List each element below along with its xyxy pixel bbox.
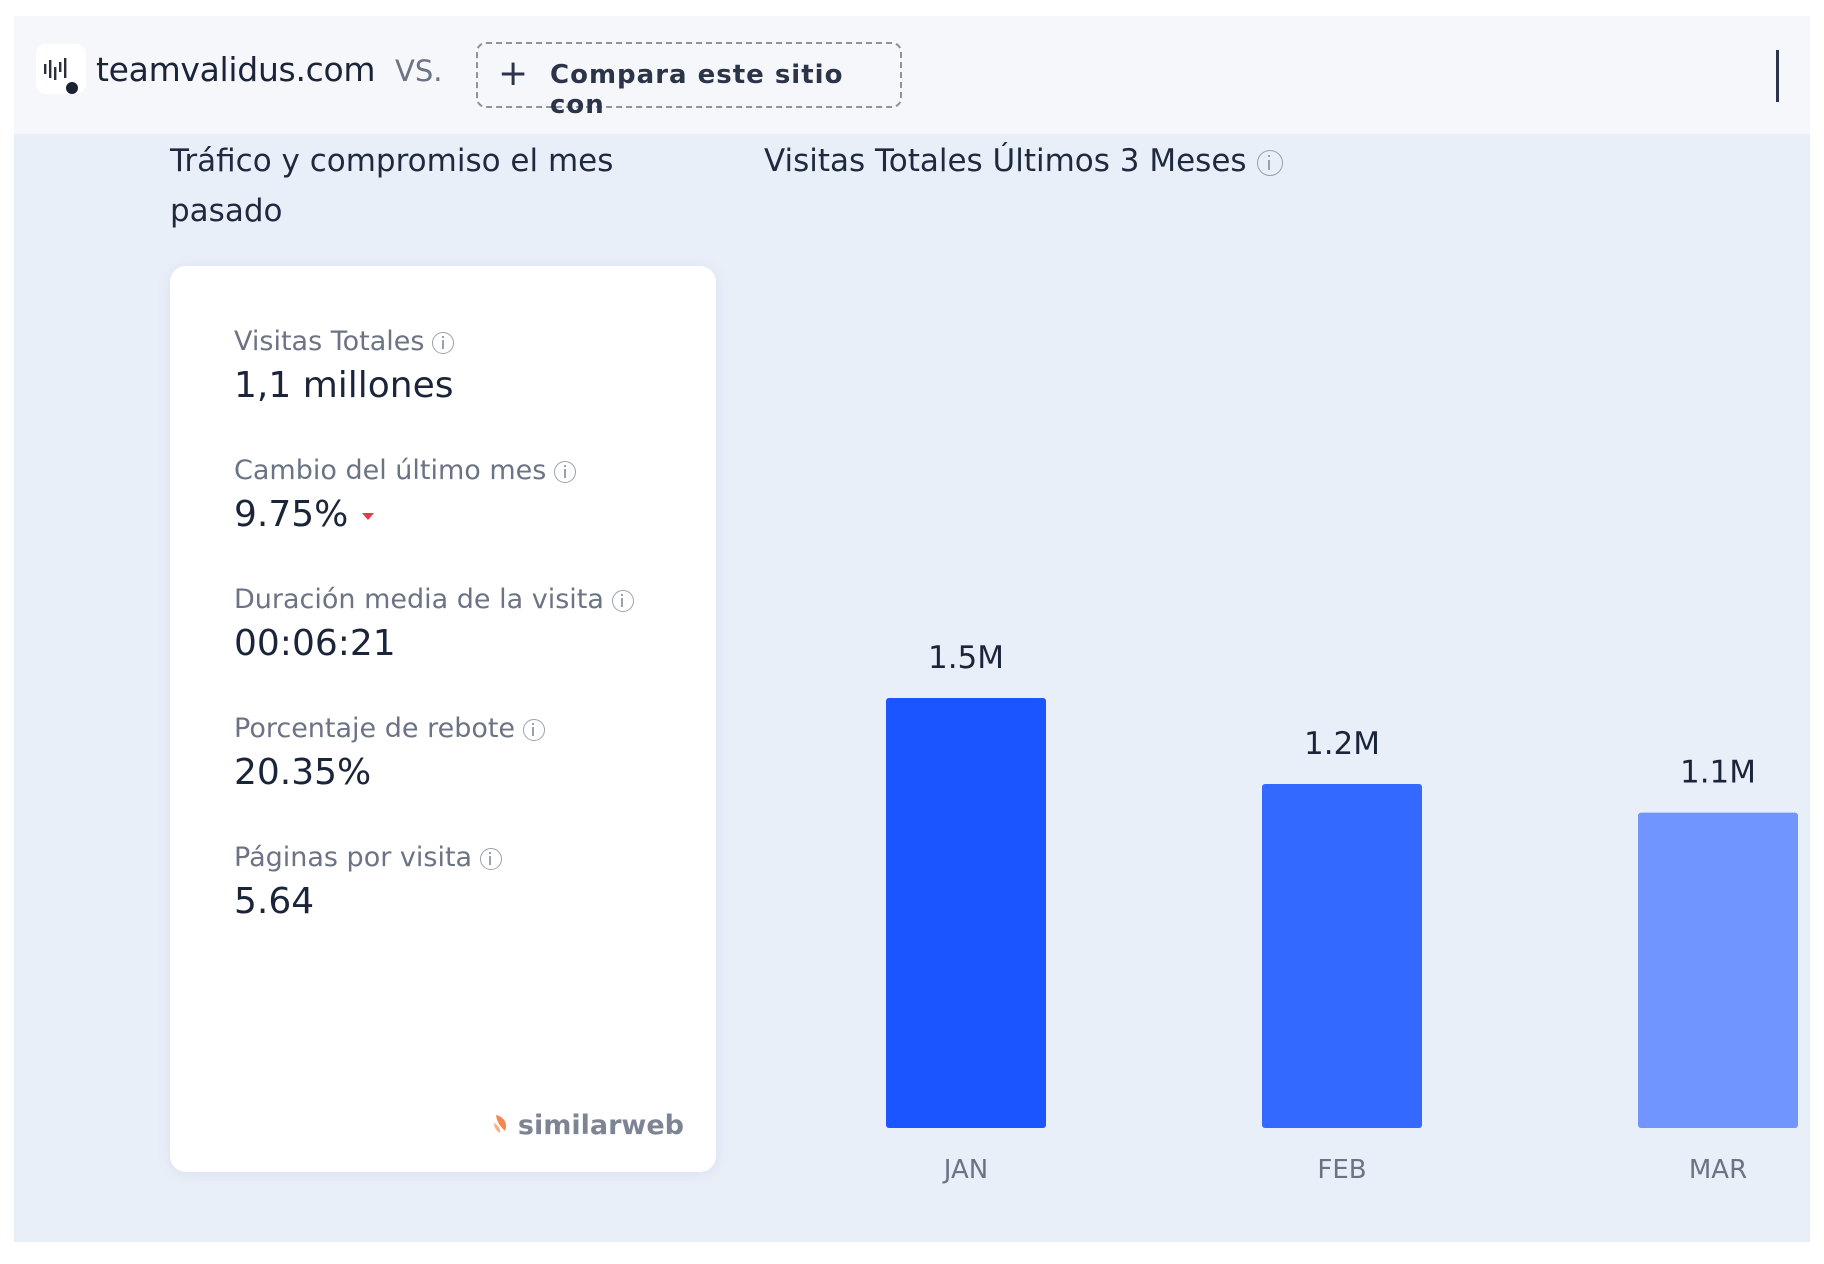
- visits-bar-chart: 1.5M JAN 1.2M FEB 1.1M MAR: [774, 266, 1810, 1206]
- metric-bounce-rate: Porcentaje de rebote 20.35%: [234, 711, 546, 797]
- info-icon[interactable]: [554, 460, 577, 483]
- metric-label: Páginas por visita: [234, 842, 473, 873]
- info-icon[interactable]: [1256, 149, 1283, 176]
- info-icon[interactable]: [432, 331, 455, 354]
- metric-label: Porcentaje de rebote: [234, 713, 516, 744]
- comparison-header: teamvalidus.com VS. + Compara este sitio…: [14, 16, 1810, 134]
- trend-down-icon: [362, 512, 375, 520]
- bar-jan[interactable]: [886, 698, 1046, 1128]
- similarweb-logo-icon: [492, 1111, 514, 1142]
- info-icon[interactable]: [523, 718, 546, 741]
- brand-footer: similarweb: [492, 1110, 684, 1142]
- metric-value-row: 9.75%: [234, 491, 576, 539]
- compare-site-button[interactable]: + Compara este sitio con: [476, 42, 902, 120]
- x-tick-label: MAR: [1689, 1155, 1747, 1185]
- metric-label: Cambio del último mes: [234, 455, 547, 486]
- metric-label-row: Cambio del último mes: [234, 453, 577, 489]
- metric-value: 5.64: [234, 881, 315, 922]
- metric-total-visits: Visitas Totales 1,1 millones: [234, 324, 455, 410]
- bar-chart-svg: 1.5M JAN 1.2M FEB 1.1M MAR: [886, 640, 1798, 1185]
- waveform-logo-icon: [36, 44, 86, 94]
- metric-label: Duración media de la visita: [234, 584, 604, 615]
- metric-label-row: Visitas Totales: [234, 324, 455, 360]
- bar-mar[interactable]: [1638, 812, 1798, 1128]
- vs-label: VS.: [395, 54, 443, 88]
- metric-value: 00:06:21: [234, 623, 396, 664]
- data-label: 1.1M: [1680, 755, 1756, 791]
- info-icon[interactable]: [480, 847, 503, 870]
- info-icon[interactable]: [611, 589, 634, 612]
- metrics-card: Visitas Totales 1,1 millones Cambio del …: [170, 266, 716, 1172]
- site-domain[interactable]: teamvalidus.com: [96, 50, 376, 89]
- metric-value: 9.75%: [234, 494, 349, 535]
- bar-feb[interactable]: [1262, 784, 1422, 1128]
- metric-label-row: Porcentaje de rebote: [234, 711, 546, 747]
- overview-title: Tráfico y compromiso el mes pasado: [170, 143, 614, 229]
- metric-value: 1,1 millones: [234, 365, 454, 406]
- brand-name: similarweb: [517, 1110, 684, 1141]
- app-frame: teamvalidus.com VS. + Compara este sitio…: [14, 16, 1810, 1242]
- chart-title-row: Visitas Totales Últimos 3 Meses: [764, 136, 1283, 186]
- x-tick-label: FEB: [1317, 1155, 1366, 1185]
- data-label: 1.5M: [928, 640, 1004, 676]
- metric-pages-per-visit: Páginas por visita 5.64: [234, 840, 503, 926]
- metric-value: 20.35%: [234, 752, 372, 793]
- data-label: 1.2M: [1304, 726, 1380, 762]
- x-tick-label: JAN: [942, 1155, 988, 1185]
- compare-button-label: Compara este sitio con: [550, 60, 844, 120]
- plus-icon: +: [498, 53, 529, 94]
- metric-label-row: Páginas por visita: [234, 840, 503, 876]
- header-divider: [1776, 50, 1779, 102]
- metric-avg-duration: Duración media de la visita 00:06:21: [234, 582, 634, 668]
- chart-title: Visitas Totales Últimos 3 Meses: [764, 143, 1247, 179]
- metric-monthly-change: Cambio del último mes 9.75%: [234, 453, 577, 539]
- metric-label: Visitas Totales: [234, 326, 425, 357]
- metric-label-row: Duración media de la visita: [234, 582, 634, 618]
